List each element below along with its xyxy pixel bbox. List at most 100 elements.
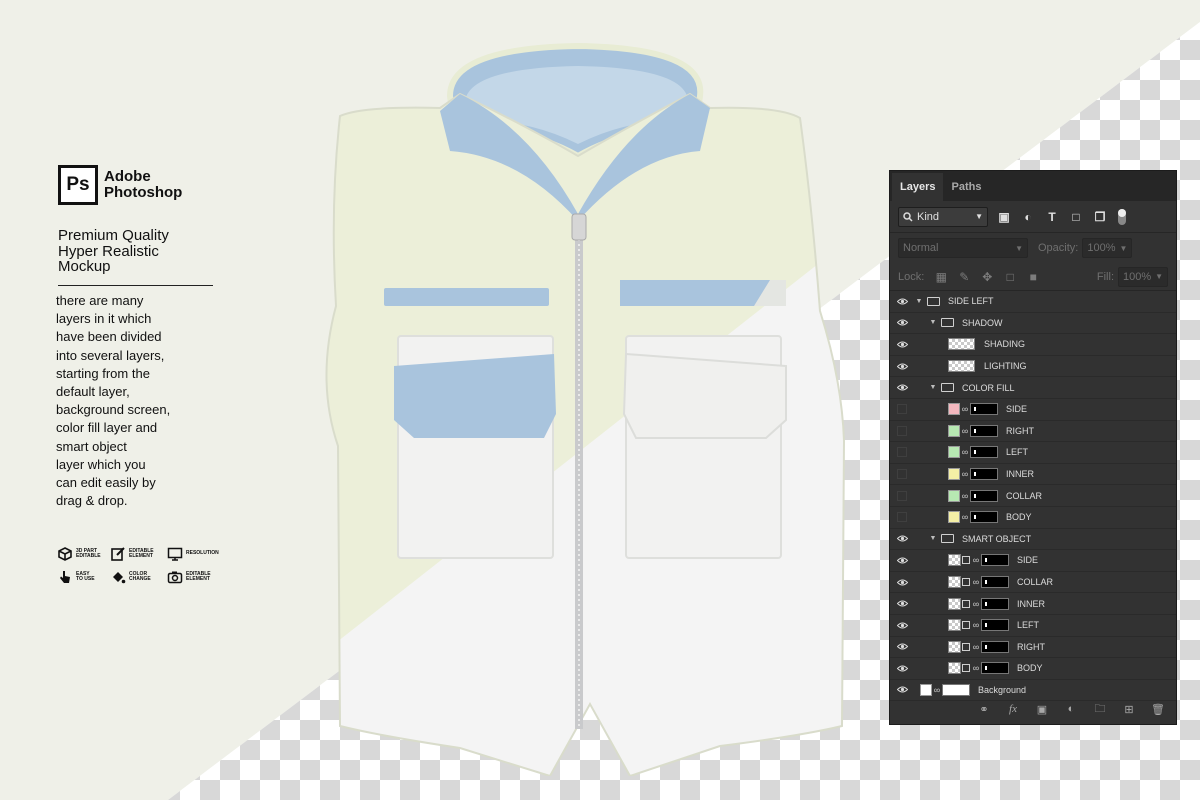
folder-icon [941, 534, 954, 544]
folder-icon [941, 318, 954, 328]
adjustment-layer-icon[interactable]: ◐ [1063, 701, 1079, 717]
filter-adjustment-icon[interactable]: ◐ [1020, 209, 1036, 225]
visibility-eye-icon[interactable] [890, 600, 914, 607]
chevron-down-icon: ▼ [975, 212, 983, 221]
chevron-down-icon[interactable]: ▼ [928, 384, 938, 391]
filter-toggle[interactable] [1118, 208, 1126, 225]
color-swatch[interactable] [948, 403, 960, 416]
lock-brush-icon[interactable]: ✎ [958, 270, 970, 284]
layer-so-inner[interactable]: ∞ INNER [890, 593, 1176, 615]
color-swatch[interactable] [948, 424, 960, 437]
layer-fill-right[interactable]: ∞ RIGHT [890, 421, 1176, 443]
visibility-off-box[interactable] [897, 447, 907, 458]
smart-object-icon [962, 642, 970, 651]
brand-block: Ps Adobe Photoshop [58, 165, 182, 205]
layer-fill-inner[interactable]: ∞ INNER [890, 464, 1176, 486]
color-swatch[interactable] [948, 489, 960, 502]
visibility-eye-icon[interactable] [890, 686, 914, 693]
filter-kind-dropdown[interactable]: Kind ▼ [898, 206, 988, 227]
layer-group-color-fill[interactable]: ▼ COLOR FILL [890, 377, 1176, 399]
layer-lighting[interactable]: LIGHTING [890, 356, 1176, 378]
blend-row: Normal ▼ Opacity: 100% ▼ [890, 233, 1176, 263]
visibility-eye-icon[interactable] [890, 622, 914, 629]
color-swatch[interactable] [948, 446, 960, 459]
new-layer-icon[interactable]: ⊞ [1121, 701, 1137, 717]
layer-mask-thumbnail [981, 619, 1009, 632]
lock-transparent-icon[interactable]: ▦ [935, 270, 947, 284]
layer-so-left[interactable]: ∞ LEFT [890, 615, 1176, 637]
color-swatch[interactable] [948, 468, 960, 481]
chevron-down-icon[interactable]: ▼ [928, 535, 938, 542]
description: there are many layers in it which have b… [56, 293, 171, 509]
visibility-eye-icon[interactable] [890, 384, 914, 391]
layer-fill-left[interactable]: ∞ LEFT [890, 442, 1176, 464]
chevron-down-icon: ▼ [1119, 243, 1128, 253]
link-chain-icon: ∞ [972, 555, 980, 566]
layer-group-side-left[interactable]: ▼ SIDE LEFT [890, 291, 1176, 313]
opacity-input[interactable]: 100% ▼ [1082, 238, 1133, 258]
fx-icon[interactable]: fx [1005, 701, 1021, 717]
chevron-down-icon[interactable]: ▼ [914, 298, 924, 305]
feature-color-change: COLOR CHANGE [110, 569, 159, 585]
paint-bucket-icon [113, 572, 126, 584]
filter-type-icon[interactable]: T [1044, 209, 1060, 225]
layer-shading[interactable]: SHADING [890, 334, 1176, 356]
link-chain-icon: ∞ [972, 641, 980, 652]
3d-cube-icon [58, 547, 72, 561]
filter-shape-icon[interactable]: □ [1068, 209, 1084, 225]
layer-so-body[interactable]: ∞ BODY [890, 658, 1176, 680]
chevron-down-icon[interactable]: ▼ [928, 319, 938, 326]
visibility-eye-icon[interactable] [890, 557, 914, 564]
link-chain-icon: ∞ [961, 425, 969, 436]
fill-label: Fill: [1096, 270, 1114, 283]
layer-mask-thumbnail [970, 403, 998, 416]
visibility-eye-icon[interactable] [890, 643, 914, 650]
layer-fill-body[interactable]: ∞ BODY [890, 507, 1176, 529]
folder-icon [941, 383, 954, 393]
visibility-eye-icon[interactable] [890, 363, 914, 370]
lock-all-icon[interactable]: ■ [1027, 270, 1039, 284]
fill-input[interactable]: 100% ▼ [1118, 266, 1168, 287]
layer-group-smart-object[interactable]: ▼ SMART OBJECT [890, 529, 1176, 551]
lock-artboard-icon[interactable]: □ [1004, 270, 1016, 284]
add-mask-icon[interactable]: ▣ [1034, 701, 1050, 717]
tab-paths[interactable]: Paths [943, 173, 989, 201]
new-group-icon[interactable]: 🗀 [1092, 701, 1108, 717]
smart-object-icon [962, 578, 970, 587]
link-chain-icon: ∞ [972, 620, 980, 631]
layer-so-side[interactable]: ∞ SIDE [890, 550, 1176, 572]
layer-fill-side[interactable]: ∞ SIDE [890, 399, 1176, 421]
visibility-off-box[interactable] [897, 490, 907, 501]
visibility-off-box[interactable] [897, 469, 907, 480]
visibility-off-box[interactable] [897, 425, 907, 436]
layer-thumbnail [948, 597, 961, 610]
tab-layers[interactable]: Layers [892, 173, 944, 201]
link-chain-icon: ∞ [961, 490, 969, 501]
visibility-off-box[interactable] [897, 404, 907, 415]
feature-editable-element-camera: EDITABLE ELEMENT [167, 569, 216, 585]
layer-so-collar[interactable]: ∞ COLLAR [890, 572, 1176, 594]
filter-smart-object-icon[interactable]: ❐ [1092, 209, 1108, 225]
visibility-eye-icon[interactable] [890, 579, 914, 586]
lock-move-icon[interactable]: ✥ [981, 270, 993, 284]
visibility-eye-icon[interactable] [890, 319, 914, 326]
layer-thumbnail [948, 662, 961, 675]
link-layers-icon[interactable]: ⚭ [976, 701, 992, 717]
trash-icon[interactable]: 🗑 [1150, 701, 1166, 717]
layer-thumbnail [948, 619, 961, 632]
color-swatch[interactable] [948, 511, 960, 524]
layer-mask-thumbnail [970, 468, 998, 481]
visibility-eye-icon[interactable] [890, 298, 914, 305]
layer-group-shadow[interactable]: ▼ SHADOW [890, 313, 1176, 335]
visibility-eye-icon[interactable] [890, 665, 914, 672]
visibility-off-box[interactable] [897, 512, 907, 523]
layer-filter-row: Kind ▼ ▣ ◐ T □ ❐ [890, 201, 1176, 233]
blend-mode-dropdown[interactable]: Normal ▼ [898, 238, 1028, 258]
layer-thumbnail [948, 640, 961, 653]
visibility-eye-icon[interactable] [890, 341, 914, 348]
filter-pixel-icon[interactable]: ▣ [996, 209, 1012, 225]
layer-so-right[interactable]: ∞ RIGHT [890, 637, 1176, 659]
layer-mask-thumbnail [970, 424, 998, 437]
visibility-eye-icon[interactable] [890, 535, 914, 542]
layer-fill-collar[interactable]: ∞ COLLAR [890, 485, 1176, 507]
